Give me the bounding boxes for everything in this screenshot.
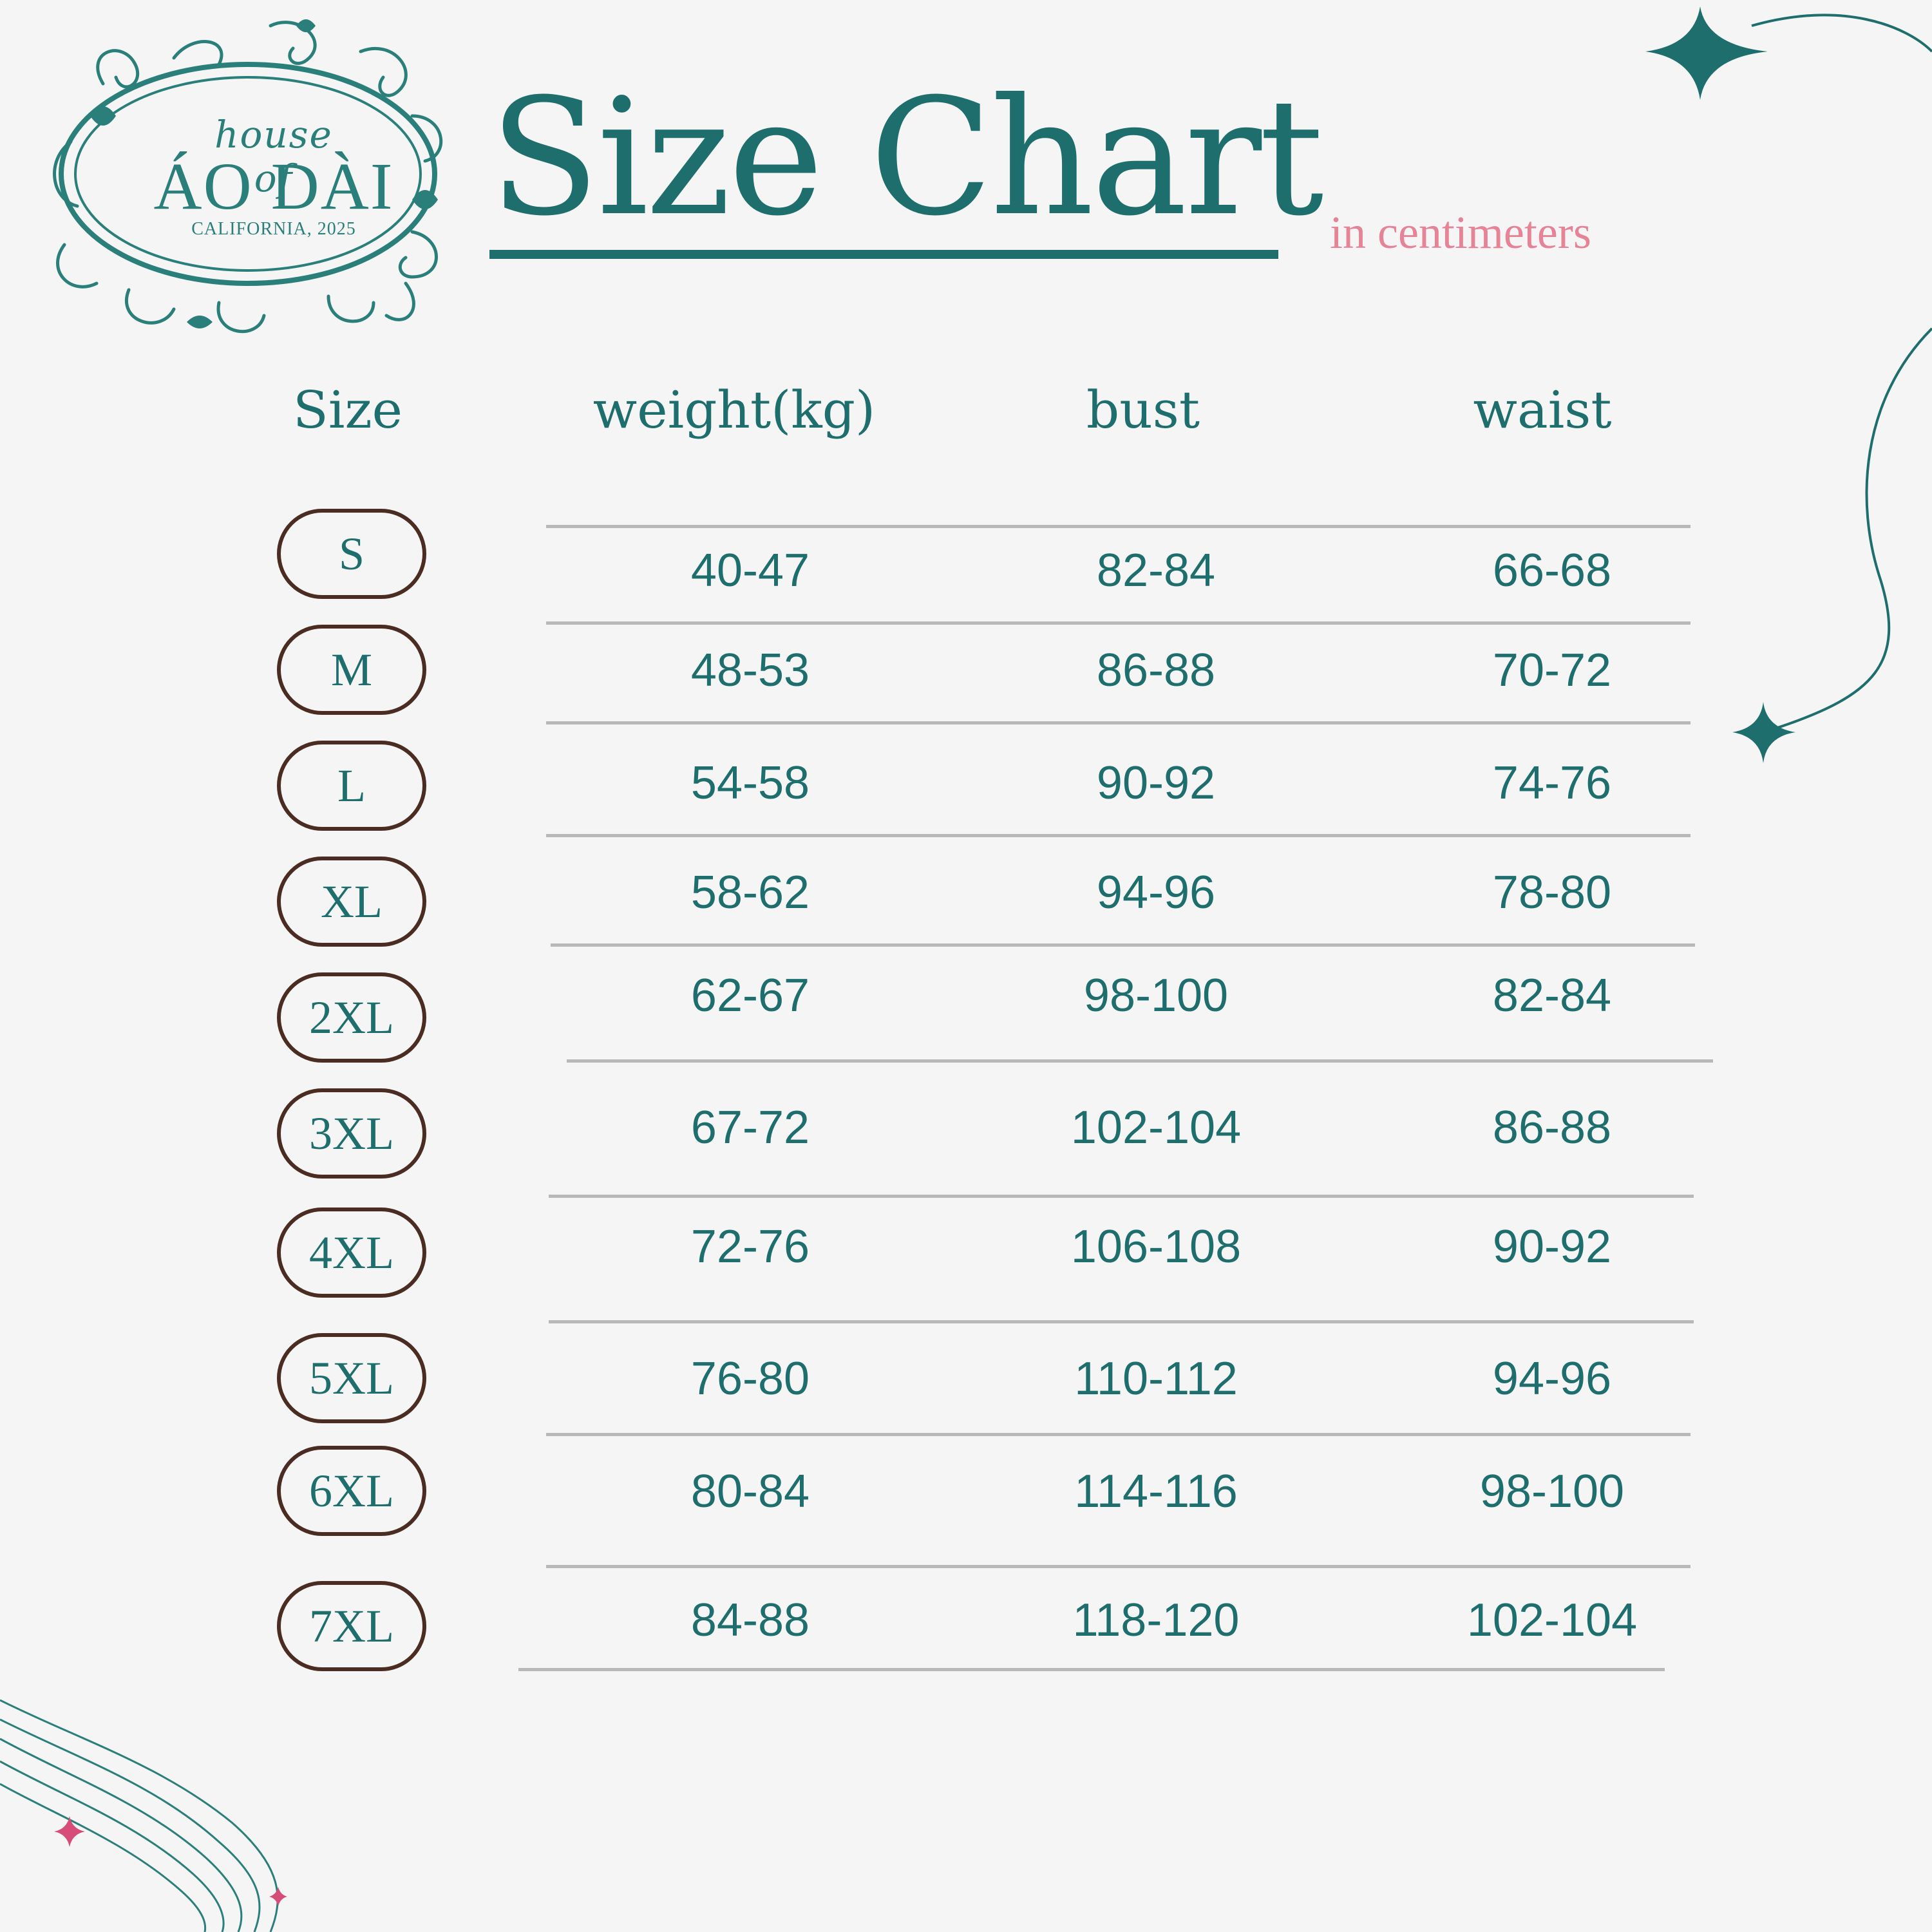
row-divider (546, 525, 1690, 528)
size-badge: XL (277, 857, 426, 947)
cell-bust: 82-84 (1096, 545, 1216, 596)
title-underline (489, 250, 1278, 259)
cell-bust: 118-120 (1072, 1595, 1240, 1646)
cell-bust: 114-116 (1074, 1466, 1238, 1517)
cell-weight: 67-72 (690, 1102, 810, 1153)
cell-weight: 48-53 (690, 645, 810, 696)
cell-waist: 94-96 (1492, 1353, 1612, 1405)
cell-weight: 54-58 (690, 757, 810, 809)
size-badge: 2XL (277, 972, 426, 1063)
cell-bust: 106-108 (1070, 1221, 1242, 1273)
cell-waist: 98-100 (1479, 1466, 1625, 1517)
cell-weight: 58-62 (690, 867, 810, 918)
cell-weight: 84-88 (690, 1595, 810, 1646)
cell-waist: 66-68 (1492, 545, 1612, 596)
header-bust: bust (1086, 380, 1200, 440)
page-title: Size Chart (489, 64, 1324, 251)
cell-waist: 86-88 (1492, 1102, 1612, 1153)
row-divider (549, 1320, 1694, 1323)
row-divider (567, 1059, 1713, 1063)
cell-bust: 86-88 (1096, 645, 1216, 696)
logo-location: CALIFORNIA, 2025 (191, 219, 356, 239)
brand-logo: house of ÁO DÀI CALIFORNIA, 2025 (26, 13, 451, 348)
size-badge: 6XL (277, 1446, 426, 1536)
cell-weight: 72-76 (690, 1221, 810, 1273)
header-waist: waist (1473, 380, 1612, 440)
cell-waist: 82-84 (1492, 970, 1612, 1021)
pink-sparkle-small-icon (269, 1887, 287, 1906)
cell-waist: 70-72 (1492, 645, 1612, 696)
size-badge: 4XL (277, 1208, 426, 1298)
cell-weight: 40-47 (690, 545, 810, 596)
size-badge: 3XL (277, 1088, 426, 1179)
cell-bust: 94-96 (1096, 867, 1216, 918)
cell-weight: 76-80 (690, 1353, 810, 1405)
size-badge: S (277, 509, 426, 599)
row-divider (546, 1565, 1690, 1568)
size-badge: 5XL (277, 1333, 426, 1423)
row-divider (518, 1668, 1665, 1671)
row-divider (546, 721, 1690, 724)
cell-waist: 78-80 (1492, 867, 1612, 918)
row-divider (546, 621, 1690, 625)
header-weight: weight(kg) (592, 380, 876, 440)
cell-bust: 90-92 (1096, 757, 1216, 809)
cell-bust: 110-112 (1074, 1353, 1238, 1405)
units-subtitle: in centimeters (1330, 207, 1591, 258)
header-size: Size (293, 380, 402, 440)
cell-waist: 74-76 (1492, 757, 1612, 809)
pink-sparkle-icon (54, 1816, 85, 1847)
cell-weight: 80-84 (690, 1466, 810, 1517)
sparkle-small-icon (1732, 702, 1795, 763)
cell-waist: 102-104 (1466, 1595, 1638, 1646)
cell-bust: 102-104 (1070, 1102, 1242, 1153)
cell-bust: 98-100 (1083, 970, 1229, 1021)
logo-brand-name: ÁO DÀI (153, 149, 394, 223)
size-badge: M (277, 625, 426, 715)
row-divider (551, 943, 1695, 947)
cell-waist: 90-92 (1492, 1221, 1612, 1273)
row-divider (549, 1195, 1694, 1198)
sparkle-icon (1645, 6, 1768, 100)
row-divider (546, 1433, 1690, 1436)
size-badge: 7XL (277, 1581, 426, 1671)
cell-weight: 62-67 (690, 970, 810, 1021)
size-badge: L (277, 741, 426, 831)
row-divider (546, 834, 1690, 837)
